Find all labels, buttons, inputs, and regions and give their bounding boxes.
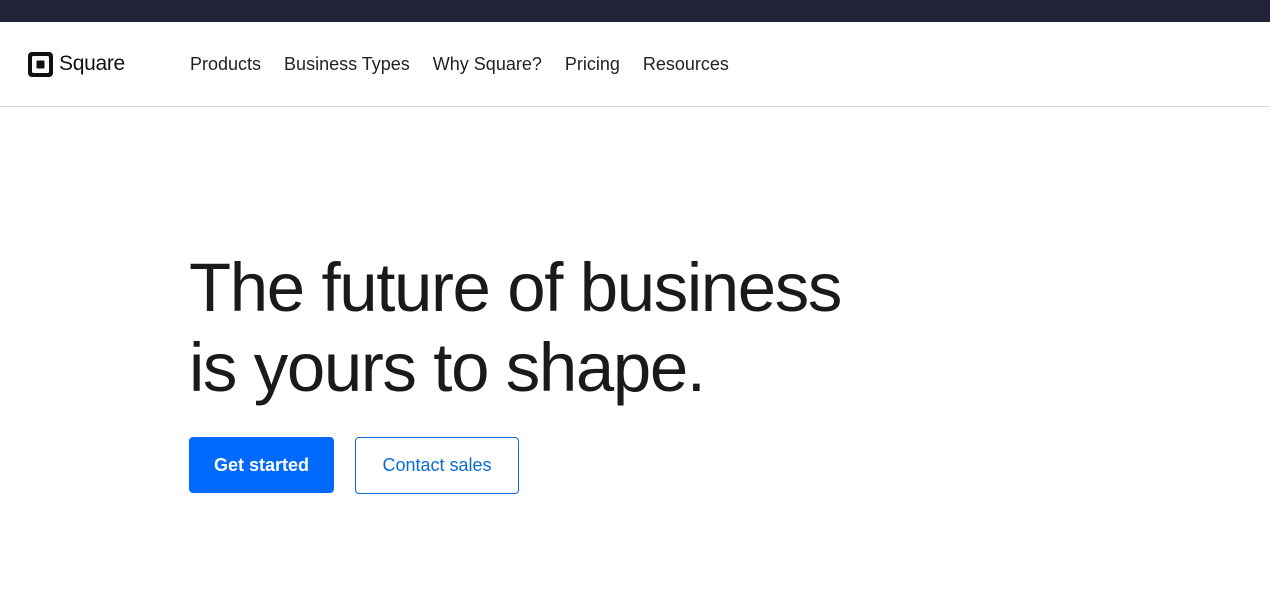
brand-name: Square <box>59 52 125 75</box>
hero-section: The future of business is yours to shape… <box>189 248 1089 408</box>
nav-item-resources[interactable]: Resources <box>643 53 729 75</box>
cta-row: Get started Contact sales <box>189 437 519 494</box>
nav-item-pricing[interactable]: Pricing <box>565 53 620 75</box>
get-started-button[interactable]: Get started <box>189 437 334 493</box>
hero-title-line-2: is yours to shape. <box>189 329 706 406</box>
primary-nav: Products Business Types Why Square? Pric… <box>190 53 752 75</box>
hero-title: The future of business is yours to shape… <box>189 248 1089 408</box>
square-logo-icon <box>28 51 53 77</box>
contact-sales-button[interactable]: Contact sales <box>355 437 519 494</box>
nav-item-business-types[interactable]: Business Types <box>284 53 410 75</box>
nav-item-why-square[interactable]: Why Square? <box>433 53 542 75</box>
hero-title-line-1: The future of business <box>189 249 842 326</box>
nav-item-products[interactable]: Products <box>190 53 261 75</box>
top-bar <box>0 0 1270 22</box>
navbar: Square Products Business Types Why Squar… <box>0 22 1270 107</box>
square-logo-link[interactable]: Square <box>28 51 125 77</box>
